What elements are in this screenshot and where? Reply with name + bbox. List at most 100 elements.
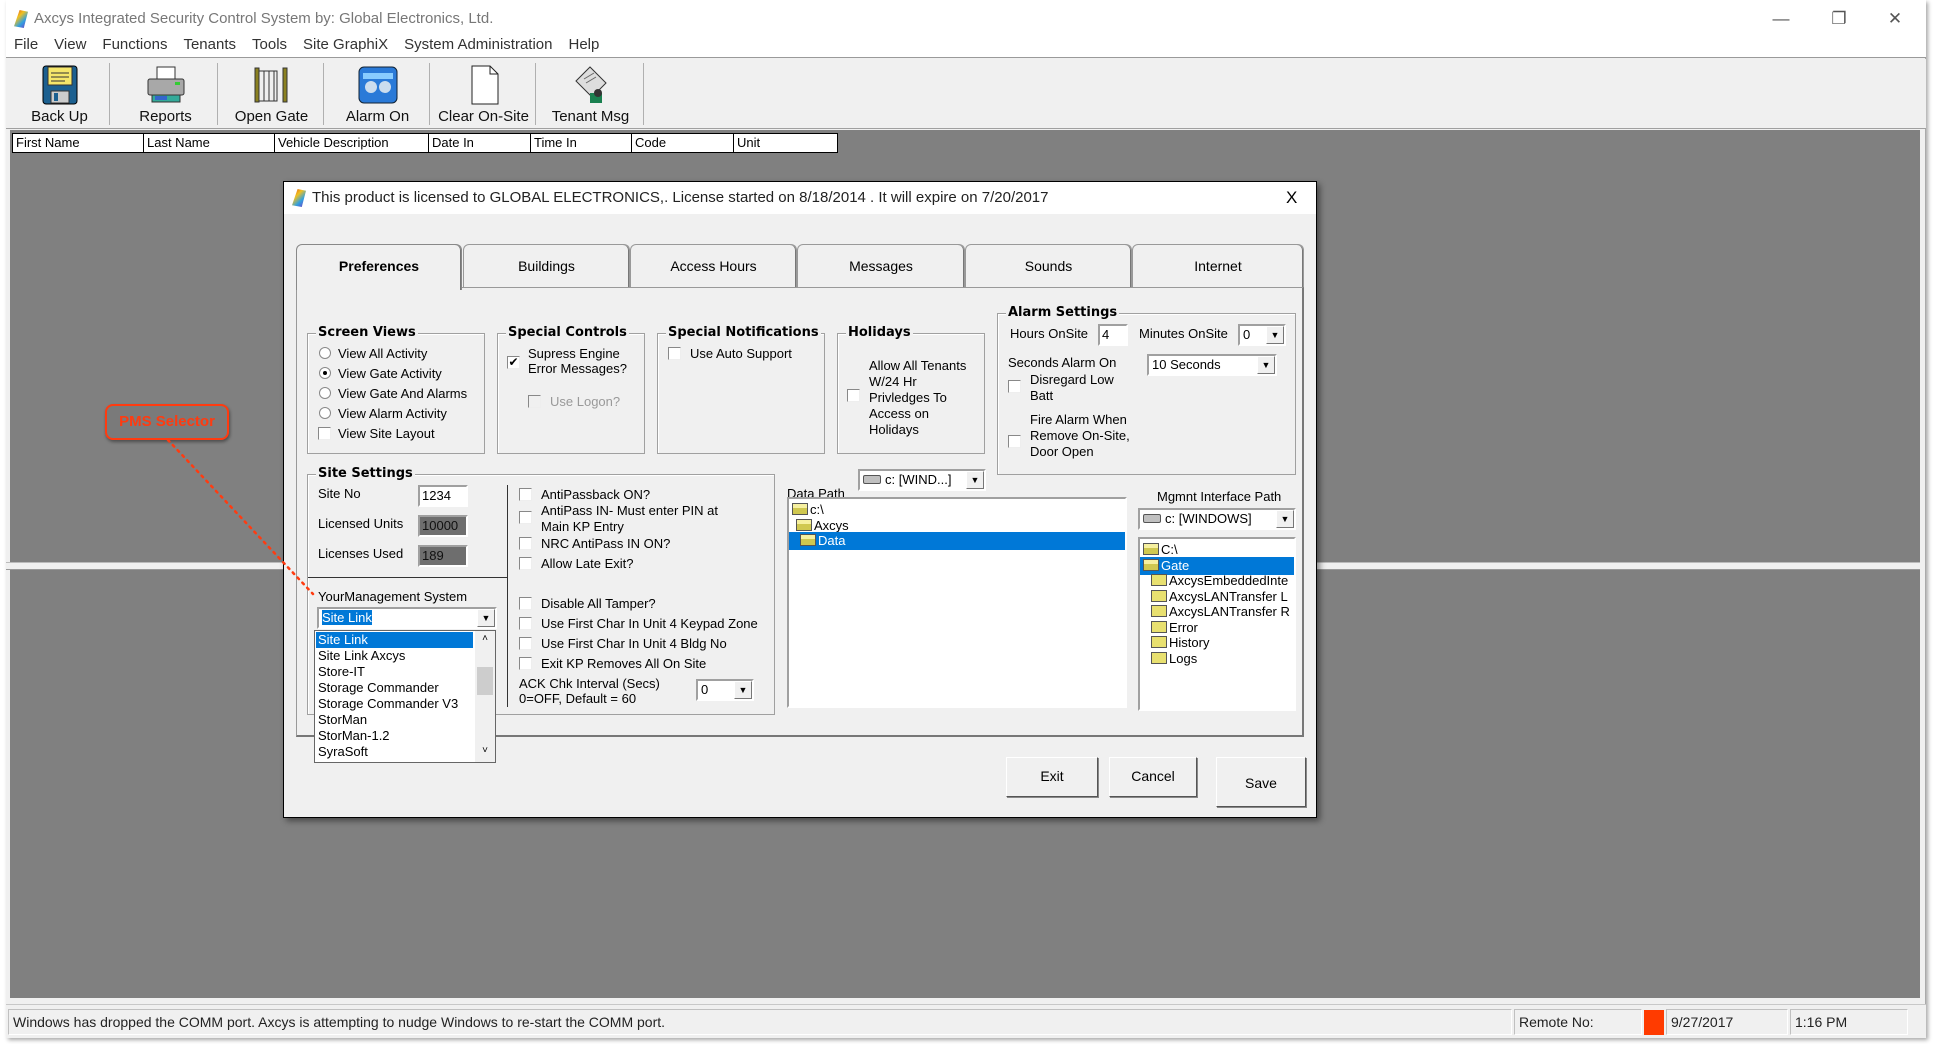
- tab-internet[interactable]: Internet: [1132, 244, 1304, 288]
- fire-alarm-checkbox[interactable]: [1008, 435, 1021, 448]
- management-system-options-list[interactable]: Site Link Site Link Axcys Store-IT Stora…: [314, 630, 496, 763]
- view-alarm-activity-radio[interactable]: [319, 407, 331, 419]
- menu-functions[interactable]: Functions: [94, 34, 175, 55]
- management-system-dropdown[interactable]: Site Link ▼: [317, 607, 497, 629]
- minutes-onsite-dropdown[interactable]: 0 ▼: [1238, 324, 1286, 346]
- column-header-unit[interactable]: Unit: [734, 134, 837, 152]
- comm-status-indicator: [1644, 1010, 1664, 1035]
- chevron-up-icon[interactable]: ˄: [475, 633, 495, 647]
- menu-view[interactable]: View: [46, 34, 94, 55]
- allow-late-exit-checkbox[interactable]: [519, 557, 532, 570]
- tenant-msg-button[interactable]: Tenant Msg: [538, 63, 644, 125]
- site-settings-title: Site Settings: [316, 466, 415, 481]
- column-header-time-in[interactable]: Time In: [531, 134, 632, 152]
- view-gate-and-alarms-radio[interactable]: [319, 387, 331, 399]
- chevron-down-icon: ▼: [966, 471, 984, 489]
- seconds-alarm-on-value: 10 Seconds: [1152, 357, 1221, 372]
- alarm-on-button[interactable]: Alarm On: [326, 63, 430, 125]
- mgmt-interface-path-label: Mgmnt Interface Path: [1157, 489, 1282, 504]
- scrollbar-thumb[interactable]: [477, 667, 493, 695]
- data-path-tree[interactable]: c:\ Axcys Data: [787, 497, 1127, 708]
- site-no-input[interactable]: 1234: [418, 485, 468, 507]
- data-path-drive-value: c: [WIND...]: [885, 472, 952, 487]
- nrc-antipass-checkbox[interactable]: [519, 537, 532, 550]
- pms-option[interactable]: Storage Commander: [316, 680, 473, 696]
- pms-option[interactable]: StorMan-1.2: [316, 728, 473, 744]
- mgmt-path-drive-dropdown[interactable]: c: [WINDOWS] ▼: [1138, 508, 1296, 530]
- tab-messages[interactable]: Messages: [797, 244, 965, 288]
- column-header-last-name[interactable]: Last Name: [144, 134, 275, 152]
- tab-access-hours[interactable]: Access Hours: [630, 244, 797, 288]
- close-window-button[interactable]: ✕: [1872, 6, 1918, 32]
- folder-icon: [1151, 636, 1167, 648]
- view-gate-activity-radio[interactable]: [319, 367, 331, 379]
- menu-help[interactable]: Help: [560, 34, 607, 55]
- tenant-msg-label: Tenant Msg: [551, 108, 630, 125]
- pms-option[interactable]: StorMan: [316, 712, 473, 728]
- disregard-low-batt-checkbox[interactable]: [1008, 380, 1021, 393]
- licensed-units-value: 10000: [418, 515, 468, 537]
- back-up-button[interactable]: Back Up: [10, 63, 110, 125]
- tree-item[interactable]: Data: [789, 532, 1125, 550]
- holiday-access-checkbox[interactable]: [847, 389, 860, 402]
- pms-option[interactable]: Site Link: [316, 632, 473, 648]
- antipassback-checkbox[interactable]: [519, 488, 532, 501]
- first-char-bldg-no-checkbox[interactable]: [519, 637, 532, 650]
- open-gate-button[interactable]: Open Gate: [220, 63, 324, 125]
- dialog-close-button[interactable]: X: [1286, 188, 1297, 208]
- menu-file[interactable]: File: [6, 34, 46, 55]
- chevron-down-icon[interactable]: ˅: [475, 745, 495, 759]
- column-header-vehicle-description[interactable]: Vehicle Description: [275, 134, 429, 152]
- suppress-engine-errors-checkbox[interactable]: ✔: [507, 356, 520, 369]
- chevron-down-icon: ▼: [1257, 356, 1275, 374]
- mgmt-path-tree[interactable]: C:\ Gate AxcysEmbeddedInte AxcysLANTransfer…: [1138, 537, 1296, 711]
- menu-system-administration[interactable]: System Administration: [396, 34, 560, 55]
- tab-buildings[interactable]: Buildings: [463, 244, 630, 288]
- save-button[interactable]: Save: [1216, 757, 1306, 807]
- column-header-first-name[interactable]: First Name: [13, 134, 144, 152]
- pms-option[interactable]: Site Link Axcys: [316, 648, 473, 664]
- fire-alarm-line3: Door Open: [1030, 444, 1094, 459]
- tab-preferences[interactable]: Preferences: [296, 244, 462, 290]
- first-char-keypad-zone-checkbox[interactable]: [519, 617, 532, 630]
- menu-tenants[interactable]: Tenants: [175, 34, 244, 55]
- disable-all-tamper-checkbox[interactable]: [519, 597, 532, 610]
- data-path-drive-dropdown[interactable]: c: [WIND...] ▼: [858, 469, 986, 491]
- exit-kp-removes-checkbox[interactable]: [519, 657, 532, 670]
- tab-sounds[interactable]: Sounds: [965, 244, 1132, 288]
- clear-on-site-button[interactable]: Clear On-Site: [432, 63, 536, 125]
- antipass-in-pin-checkbox[interactable]: [519, 511, 532, 524]
- pms-option[interactable]: Storage Commander V3: [316, 696, 473, 712]
- printer-icon: [147, 66, 184, 103]
- remote-no-label: Remote No:: [1514, 1009, 1642, 1035]
- special-notifications-group: Special Notifications Use Auto Support: [657, 325, 825, 454]
- hours-onsite-input[interactable]: 4: [1098, 324, 1128, 346]
- column-header-date-in[interactable]: Date In: [429, 134, 531, 152]
- column-header-code[interactable]: Code: [632, 134, 734, 152]
- menu-tools[interactable]: Tools: [244, 34, 295, 55]
- use-auto-support-label: Use Auto Support: [690, 346, 792, 361]
- minimize-button[interactable]: —: [1758, 6, 1804, 32]
- exit-button[interactable]: Exit: [1006, 757, 1098, 797]
- divider: [507, 485, 508, 707]
- toolbar: Back Up Reports Open Gate Alarm On Clear…: [6, 59, 1926, 129]
- cancel-button[interactable]: Cancel: [1109, 757, 1197, 797]
- chevron-down-icon: ▼: [1266, 326, 1284, 344]
- alarm-settings-title: Alarm Settings: [1006, 305, 1120, 320]
- view-site-layout-checkbox[interactable]: [318, 427, 331, 440]
- pms-option[interactable]: SyraSoft: [316, 744, 473, 760]
- seconds-alarm-on-dropdown[interactable]: 10 Seconds ▼: [1147, 354, 1277, 376]
- use-logon-checkbox[interactable]: [528, 395, 541, 408]
- pms-list-scrollbar[interactable]: ˄ ˅: [475, 631, 495, 762]
- pms-option[interactable]: Store-IT: [316, 664, 473, 680]
- reports-button[interactable]: Reports: [114, 63, 218, 125]
- view-all-activity-radio[interactable]: [319, 347, 331, 359]
- tree-item-label: Gate: [1161, 557, 1190, 573]
- menu-site-graphix[interactable]: Site GraphiX: [295, 34, 396, 55]
- use-auto-support-checkbox[interactable]: [668, 347, 681, 360]
- tree-item[interactable]: Logs: [1140, 650, 1294, 668]
- ack-interval-dropdown[interactable]: 0 ▼: [696, 679, 754, 701]
- tree-item-label: AxcysLANTransfer R: [1169, 604, 1290, 619]
- holidays-label-line1: Allow All Tenants: [869, 358, 967, 373]
- restore-button[interactable]: ❐: [1816, 6, 1862, 32]
